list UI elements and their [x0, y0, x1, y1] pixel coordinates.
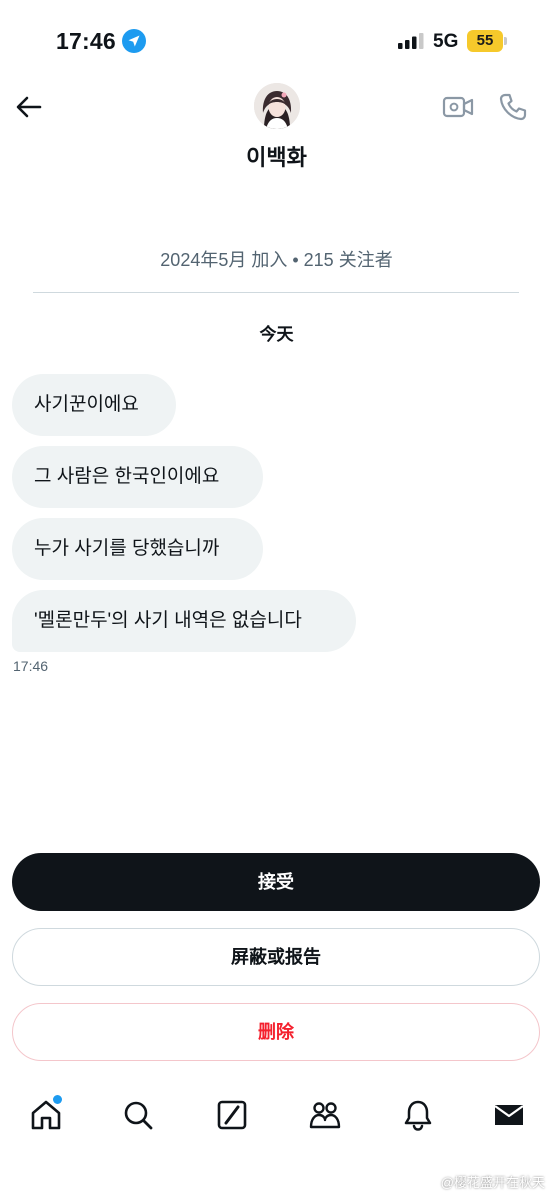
- battery-icon: 55: [467, 30, 507, 52]
- location-arrow-icon: [122, 29, 146, 53]
- message-bubble[interactable]: 사기꾼이에요: [12, 374, 176, 436]
- communities-icon[interactable]: [308, 1098, 342, 1132]
- messages-icon[interactable]: [492, 1098, 526, 1132]
- divider: [33, 292, 519, 293]
- message-bubble[interactable]: 그 사람은 한국인이에요: [12, 446, 263, 508]
- notifications-icon[interactable]: [401, 1098, 435, 1132]
- accept-button[interactable]: 接受: [12, 853, 540, 911]
- profile-meta: 2024年5月 加入 • 215 关注者: [160, 250, 393, 270]
- signal-bars-icon: [398, 33, 424, 49]
- notification-dot: [53, 1095, 62, 1104]
- message-timestamp: 17:46: [13, 658, 49, 674]
- search-icon[interactable]: [121, 1098, 155, 1132]
- grok-icon[interactable]: [215, 1098, 249, 1132]
- network-label: 5G: [433, 31, 459, 52]
- contact-name[interactable]: 이백화: [0, 140, 553, 172]
- avatar[interactable]: [254, 83, 300, 129]
- status-time: 17:46: [56, 28, 116, 54]
- video-call-icon[interactable]: [442, 93, 474, 121]
- battery-level: 55: [467, 30, 503, 52]
- weibo-icon: [422, 1176, 439, 1189]
- message-bubble[interactable]: '멜론만두'의 사기 내역은 없습니다: [12, 590, 356, 652]
- watermark-text: @樱花盛开在秋天: [440, 1175, 545, 1190]
- watermark: @樱花盛开在秋天: [422, 1172, 545, 1191]
- message-bubble[interactable]: 누가 사기를 당했습니까: [12, 518, 263, 580]
- block-or-report-button[interactable]: 屏蔽或报告: [12, 928, 540, 986]
- delete-button[interactable]: 删除: [12, 1003, 540, 1061]
- back-arrow-icon[interactable]: [14, 92, 44, 122]
- date-label: 今天: [259, 325, 294, 344]
- phone-icon[interactable]: [498, 92, 528, 122]
